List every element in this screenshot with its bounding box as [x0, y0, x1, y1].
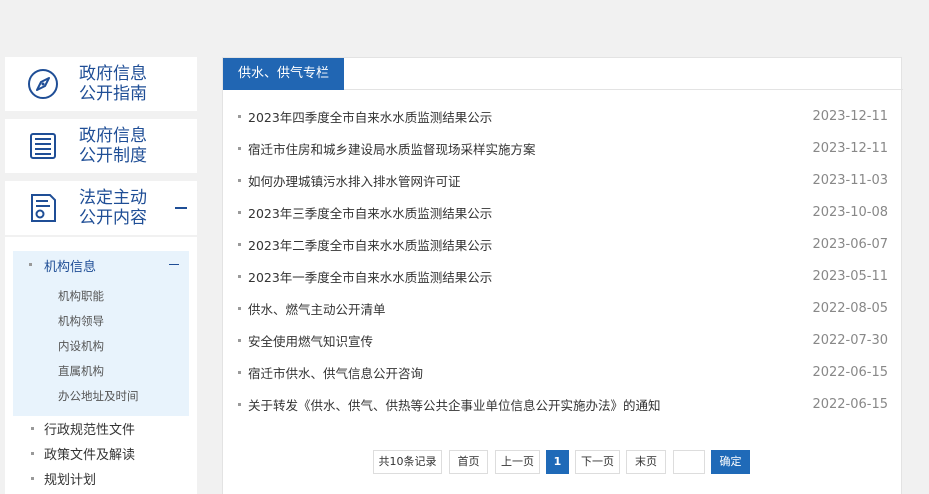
bullet-icon	[238, 178, 241, 182]
sidebar-sublist: 机构信息 机构职能 机构领导 内设机构 直属机构 办公地址及时间 行政规范性文件…	[5, 237, 197, 494]
list-item[interactable]: 2023年四季度全市自来水水质监测结果公示 2023-12-11	[238, 100, 888, 132]
list-item[interactable]: 供水、燃气主动公开清单 2022-08-05	[238, 292, 888, 324]
first-page-button[interactable]: 首页	[449, 450, 488, 474]
list-item-date: 2022-07-30	[812, 332, 888, 348]
list-item[interactable]: 关于转发《供水、供气、供热等公共企事业单位信息公开实施办法》的通知 2022-06…	[238, 388, 888, 420]
sidebar-item-label: 规划计划	[44, 473, 97, 488]
sidebar-child-item[interactable]: 办公地址及时间	[58, 388, 139, 404]
current-page-button[interactable]: 1	[546, 450, 569, 474]
total-records: 共10条记录	[373, 450, 442, 474]
list-item-date: 2022-06-15	[812, 396, 888, 412]
list-item-date: 2023-10-08	[812, 204, 888, 220]
list-item-title[interactable]: 宿迁市住房和城乡建设局水质监督现场采样实施方案	[248, 139, 812, 158]
bullet-icon	[238, 338, 241, 342]
sidebar-item-label: 政策文件及解读	[44, 448, 136, 463]
list-item[interactable]: 2023年一季度全市自来水水质监测结果公示 2023-05-11	[238, 260, 888, 292]
last-page-button[interactable]: 末页	[626, 450, 666, 474]
sidebar-item-plans[interactable]: 规划计划	[31, 469, 96, 488]
list-item-date: 2022-08-05	[812, 300, 888, 316]
list-item-title[interactable]: 2023年二季度全市自来水水质监测结果公示	[248, 235, 812, 254]
list-item-date: 2022-06-15	[812, 364, 888, 380]
bullet-icon	[31, 452, 34, 455]
list-item-title[interactable]: 2023年一季度全市自来水水质监测结果公示	[248, 267, 812, 286]
list-item[interactable]: 安全使用燃气知识宣传 2022-07-30	[238, 324, 888, 356]
tab-water-gas[interactable]: 供水、供气专栏	[223, 58, 344, 90]
bullet-icon	[238, 370, 241, 374]
sidebar-card-content[interactable]: 法定主动 公开内容	[5, 181, 197, 235]
next-page-button[interactable]: 下一页	[575, 450, 620, 474]
list-item-title[interactable]: 2023年四季度全市自来水水质监测结果公示	[248, 107, 812, 126]
sidebar-item-label: 行政规范性文件	[44, 423, 136, 438]
confirm-jump-button[interactable]: 确定	[711, 450, 750, 474]
list-item[interactable]: 宿迁市供水、供气信息公开咨询 2022-06-15	[238, 356, 888, 388]
sidebar-item-normative-docs[interactable]: 行政规范性文件	[31, 419, 135, 438]
list-item-title[interactable]: 如何办理城镇污水排入排水管网许可证	[248, 171, 812, 190]
compass-icon	[25, 66, 61, 102]
bullet-icon	[238, 114, 241, 118]
sidebar-item-policy-docs[interactable]: 政策文件及解读	[31, 444, 135, 463]
list-document-icon	[25, 128, 61, 164]
bullet-icon	[238, 274, 241, 278]
list-item[interactable]: 如何办理城镇污水排入排水管网许可证 2023-11-03	[238, 164, 888, 196]
minus-icon[interactable]	[169, 264, 179, 265]
panel-header: 供水、供气专栏	[223, 58, 903, 90]
bullet-icon	[31, 477, 34, 480]
collapse-icon[interactable]	[175, 207, 187, 209]
list-item-title[interactable]: 2023年三季度全市自来水水质监测结果公示	[248, 203, 812, 222]
page-jump-input[interactable]	[673, 450, 705, 474]
sidebar-child-item[interactable]: 内设机构	[58, 338, 104, 354]
certificate-document-icon	[25, 190, 61, 226]
bullet-icon	[238, 146, 241, 150]
list-item[interactable]: 2023年三季度全市自来水水质监测结果公示 2023-10-08	[238, 196, 888, 228]
list-item-title[interactable]: 供水、燃气主动公开清单	[248, 299, 812, 318]
group-label: 机构信息	[44, 259, 97, 275]
list-item-date: 2023-12-11	[812, 108, 888, 124]
list-item-date: 2023-12-11	[812, 140, 888, 156]
bullet-icon	[238, 402, 241, 406]
content-panel: 供水、供气专栏 2023年四季度全市自来水水质监测结果公示 2023-12-11 …	[222, 57, 903, 494]
prev-page-button[interactable]: 上一页	[495, 450, 540, 474]
sidebar-card-title: 政府信息 公开指南	[79, 64, 147, 104]
sidebar-group-org-info[interactable]: 机构信息	[13, 251, 189, 279]
list-item-title[interactable]: 宿迁市供水、供气信息公开咨询	[248, 363, 812, 382]
sidebar-child-item[interactable]: 机构职能	[58, 288, 104, 304]
list-item-title[interactable]: 关于转发《供水、供气、供热等公共企事业单位信息公开实施办法》的通知	[248, 395, 812, 414]
list-item-date: 2023-11-03	[812, 172, 888, 188]
sidebar-card-guide[interactable]: 政府信息 公开指南	[5, 57, 197, 111]
list-item-date: 2023-05-11	[812, 268, 888, 284]
bullet-icon	[238, 306, 241, 310]
sidebar-child-item[interactable]: 直属机构	[58, 363, 104, 379]
list-item-date: 2023-06-07	[812, 236, 888, 252]
sidebar-card-system[interactable]: 政府信息 公开制度	[5, 119, 197, 173]
sidebar-card-title: 法定主动 公开内容	[79, 188, 147, 228]
list-item[interactable]: 2023年二季度全市自来水水质监测结果公示 2023-06-07	[238, 228, 888, 260]
bullet-icon	[238, 210, 241, 214]
bullet-icon	[238, 242, 241, 246]
list-item[interactable]: 宿迁市住房和城乡建设局水质监督现场采样实施方案 2023-12-11	[238, 132, 888, 164]
bullet-icon	[29, 263, 32, 266]
bullet-icon	[31, 427, 34, 430]
sidebar-card-title: 政府信息 公开制度	[79, 126, 147, 166]
sidebar-child-item[interactable]: 机构领导	[58, 313, 104, 329]
list-item-title[interactable]: 安全使用燃气知识宣传	[248, 331, 812, 350]
